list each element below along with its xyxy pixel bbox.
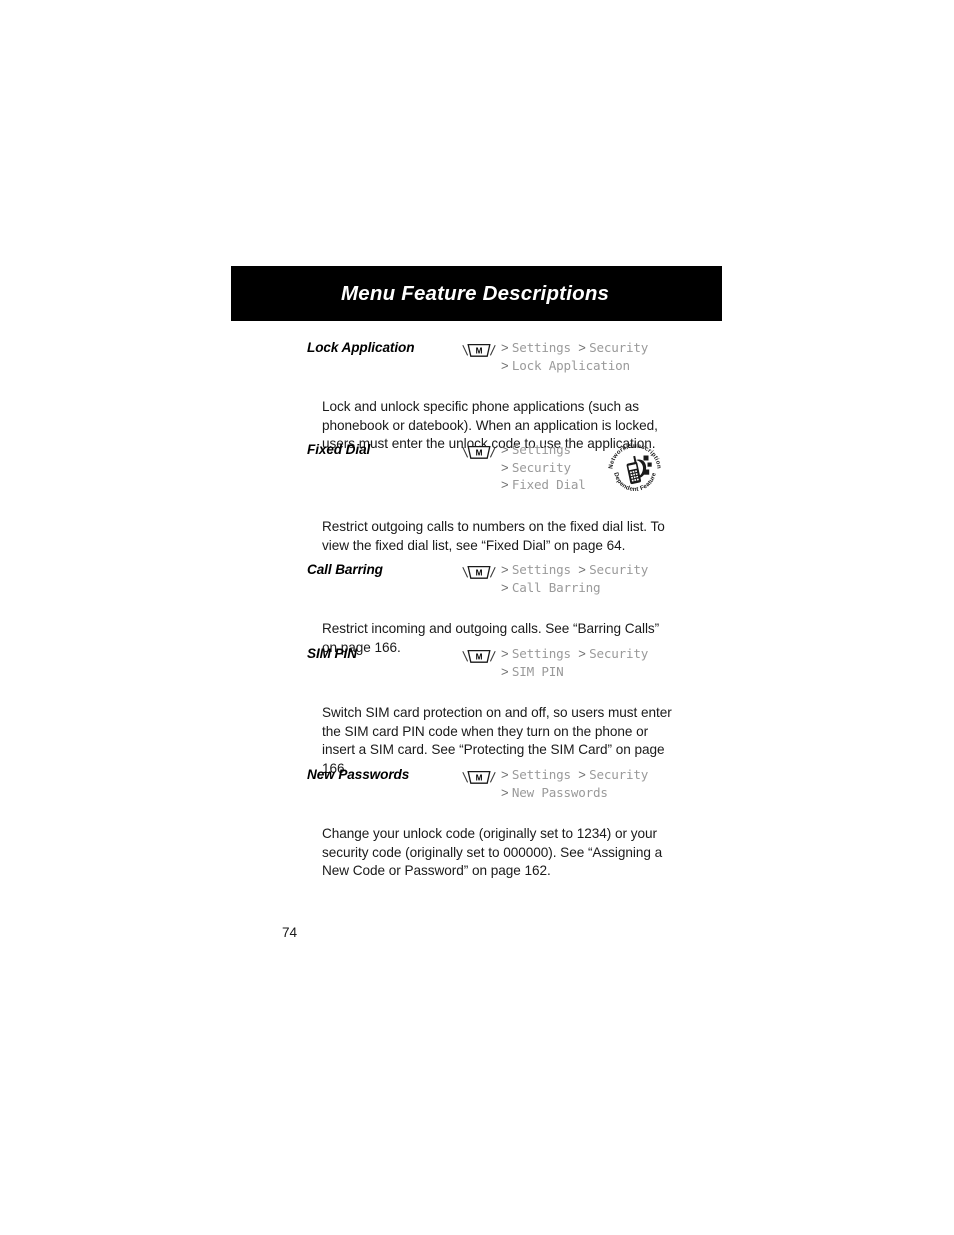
svg-text:M: M xyxy=(476,346,483,355)
svg-text:M: M xyxy=(476,568,483,577)
menu-key-icon: M xyxy=(462,343,496,358)
menu-key-icon: M xyxy=(462,770,496,785)
menu-path-segment: Security xyxy=(589,646,649,661)
menu-path-segment: Security xyxy=(589,767,649,782)
svg-text:M: M xyxy=(476,652,483,661)
feature-entry-header: SIM PIN M > Settings > Security > SIM PIN xyxy=(231,646,731,679)
menu-path-separator: > xyxy=(578,340,590,355)
menu-path-separator: > xyxy=(578,646,590,661)
feature-entry-header: Call Barring M > Settings > Security > Call… xyxy=(231,562,731,595)
menu-path-segment: Security xyxy=(589,340,649,355)
menu-path-line: > Fixed Dial xyxy=(501,476,586,494)
feature-entry: Fixed Dial M > Settings > Security > Fixed D… xyxy=(231,442,731,555)
feature-entry: Call Barring M > Settings > Security > Call… xyxy=(231,562,731,657)
menu-path-segment: New Passwords xyxy=(511,784,608,800)
menu-key-icon: M xyxy=(462,649,496,664)
feature-title: Lock Application xyxy=(307,340,415,355)
menu-path-separator: > xyxy=(501,579,512,595)
menu-path-line: > Settings > Security xyxy=(501,766,648,784)
menu-path-segment: Lock Application xyxy=(511,357,630,373)
menu-path-separator: > xyxy=(501,646,512,661)
menu-path-separator: > xyxy=(501,663,512,679)
feature-entry-header: Fixed Dial M > Settings > Security > Fixed D… xyxy=(231,442,731,493)
menu-path-line: > Settings > Security xyxy=(501,561,648,579)
menu-path-line: > Settings xyxy=(501,441,586,459)
feature-description: Restrict outgoing calls to numbers on th… xyxy=(322,518,674,555)
feature-description-text: Change your unlock code (originally set … xyxy=(322,826,663,879)
feature-entry-header: New Passwords M > Settings > Security > New… xyxy=(231,767,731,800)
menu-path-line: > SIM PIN xyxy=(501,663,648,681)
menu-path-line: > Lock Application xyxy=(501,357,648,375)
menu-path-separator: > xyxy=(501,767,512,782)
menu-key-icon: M xyxy=(462,565,496,580)
feature-entry: SIM PIN M > Settings > Security > SIM PIN Sw… xyxy=(231,646,731,779)
menu-path-segment: Security xyxy=(589,562,649,577)
feature-description-text: Restrict outgoing calls to numbers on th… xyxy=(322,519,665,553)
feature-entry: New Passwords M > Settings > Security > New… xyxy=(231,767,731,881)
feature-title: Call Barring xyxy=(307,562,383,577)
menu-path-segment: Settings xyxy=(511,340,571,355)
menu-path-line: > New Passwords xyxy=(501,784,648,802)
page-title: Menu Feature Descriptions xyxy=(341,282,610,305)
menu-path-separator: > xyxy=(501,340,512,355)
manual-page: Menu Feature Descriptions Lock Applicati… xyxy=(0,0,954,1235)
menu-path-segment: Settings xyxy=(511,646,571,661)
menu-path-segment: Security xyxy=(511,459,571,475)
svg-text:M: M xyxy=(476,448,483,457)
network-subscription-dependent-feature-icon: Network/Subscription Dependent Feature xyxy=(603,438,667,502)
menu-key-icon: M xyxy=(462,445,496,460)
page-header-bar: Menu Feature Descriptions xyxy=(231,266,722,321)
menu-path-line: > Call Barring xyxy=(501,579,648,597)
menu-path-segment: Fixed Dial xyxy=(511,477,586,493)
page-number: 74 xyxy=(282,925,298,940)
feature-entry: Lock Application M > Settings > Security > … xyxy=(231,340,731,454)
menu-path-segment: Settings xyxy=(511,767,571,782)
feature-title: SIM PIN xyxy=(307,646,357,661)
svg-text:M: M xyxy=(476,773,483,782)
menu-path: > Settings > Security > Lock Application xyxy=(501,339,648,374)
menu-path: > Settings > Security > New Passwords xyxy=(501,766,648,801)
menu-path-segment: Call Barring xyxy=(511,579,601,595)
menu-path-separator: > xyxy=(501,784,512,800)
menu-path-separator: > xyxy=(501,562,512,577)
menu-path-line: > Security xyxy=(501,459,586,477)
menu-path-line: > Settings > Security xyxy=(501,339,648,357)
menu-path: > Settings > Security > SIM PIN xyxy=(501,645,648,680)
feature-description: Change your unlock code (originally set … xyxy=(322,825,674,881)
menu-path-separator: > xyxy=(501,459,512,475)
menu-path-segment: Settings xyxy=(511,562,571,577)
menu-path-separator: > xyxy=(578,767,590,782)
menu-path-separator: > xyxy=(578,562,590,577)
menu-path: > Settings > Security > Fixed Dial xyxy=(501,441,586,494)
menu-path-separator: > xyxy=(501,442,512,457)
menu-path-line: > Settings > Security xyxy=(501,645,648,663)
menu-path-segment: Settings xyxy=(511,442,571,457)
menu-path-separator: > xyxy=(501,477,512,493)
feature-title: Fixed Dial xyxy=(307,442,371,457)
menu-path-segment: SIM PIN xyxy=(511,663,564,679)
menu-path-separator: > xyxy=(501,357,512,373)
feature-entry-header: Lock Application M > Settings > Security > … xyxy=(231,340,731,373)
feature-title: New Passwords xyxy=(307,767,410,782)
menu-path: > Settings > Security > Call Barring xyxy=(501,561,648,596)
